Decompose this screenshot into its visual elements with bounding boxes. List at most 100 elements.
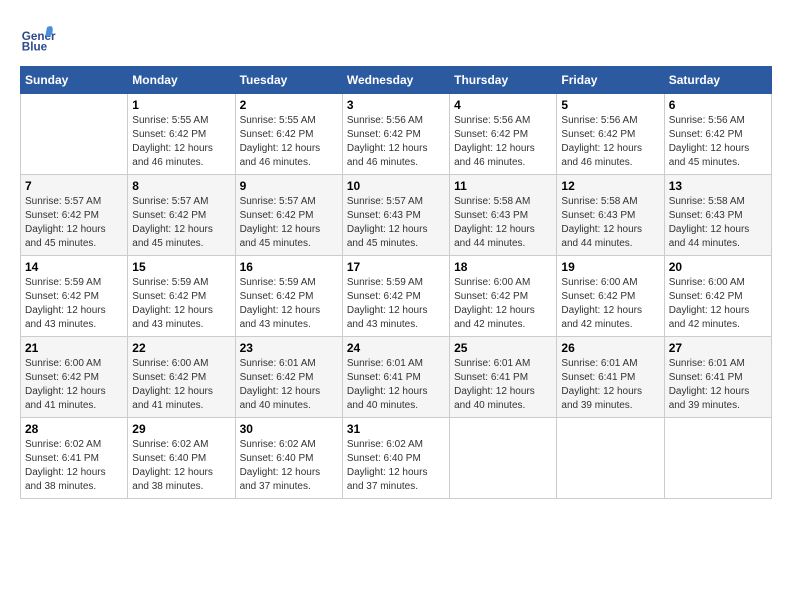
day-number: 29	[132, 422, 230, 436]
day-info: Sunrise: 5:55 AM Sunset: 6:42 PM Dayligh…	[132, 114, 230, 170]
day-info: Sunrise: 5:59 AM Sunset: 6:42 PM Dayligh…	[240, 276, 338, 332]
day-number: 25	[454, 341, 552, 355]
day-number: 7	[25, 179, 123, 193]
day-number: 17	[347, 260, 445, 274]
calendar-cell: 31Sunrise: 6:02 AM Sunset: 6:40 PM Dayli…	[342, 418, 449, 499]
day-number: 16	[240, 260, 338, 274]
day-number: 24	[347, 341, 445, 355]
calendar-cell	[557, 418, 664, 499]
day-number: 30	[240, 422, 338, 436]
weekday-header-saturday: Saturday	[664, 67, 771, 94]
day-number: 8	[132, 179, 230, 193]
calendar-cell	[21, 94, 128, 175]
day-number: 22	[132, 341, 230, 355]
calendar-header: SundayMondayTuesdayWednesdayThursdayFrid…	[21, 67, 772, 94]
day-number: 27	[669, 341, 767, 355]
calendar-cell: 12 Sunrise: 5:58 AM Sunset: 6:43 PM Dayli…	[557, 175, 664, 256]
day-number: 14	[25, 260, 123, 274]
calendar-cell: 17 Sunrise: 5:59 AM Sunset: 6:42 PM Dayli…	[342, 256, 449, 337]
day-number: 6	[669, 98, 767, 112]
day-info: Sunrise: 6:00 AM Sunset: 6:42 PM Dayligh…	[561, 276, 659, 332]
calendar-cell: 25 Sunrise: 6:01 AM Sunset: 6:41 PM Dayli…	[450, 337, 557, 418]
calendar-cell: 10 Sunrise: 5:57 AM Sunset: 6:43 PM Dayli…	[342, 175, 449, 256]
weekday-header-friday: Friday	[557, 67, 664, 94]
day-info: Sunrise: 6:00 AM Sunset: 6:42 PM Dayligh…	[132, 357, 230, 413]
calendar-week-4: 21 Sunrise: 6:00 AM Sunset: 6:42 PM Dayli…	[21, 337, 772, 418]
day-info: Sunrise: 5:59 AM Sunset: 6:42 PM Dayligh…	[132, 276, 230, 332]
day-info: Sunrise: 5:57 AM Sunset: 6:42 PM Dayligh…	[25, 195, 123, 251]
calendar-cell: 5 Sunrise: 5:56 AM Sunset: 6:42 PM Daylig…	[557, 94, 664, 175]
day-info: Sunrise: 5:55 AM Sunset: 6:42 PM Dayligh…	[240, 114, 338, 170]
day-number: 3	[347, 98, 445, 112]
day-info: Sunrise: 5:57 AM Sunset: 6:42 PM Dayligh…	[240, 195, 338, 251]
calendar-cell: 2 Sunrise: 5:55 AM Sunset: 6:42 PM Daylig…	[235, 94, 342, 175]
calendar-cell: 14Sunrise: 5:59 AM Sunset: 6:42 PM Dayli…	[21, 256, 128, 337]
day-info: Sunrise: 5:59 AM Sunset: 6:42 PM Dayligh…	[347, 276, 445, 332]
day-number: 12	[561, 179, 659, 193]
day-info: Sunrise: 6:02 AM Sunset: 6:40 PM Dayligh…	[132, 438, 230, 494]
day-info: Sunrise: 6:00 AM Sunset: 6:42 PM Dayligh…	[25, 357, 123, 413]
day-info: Sunrise: 6:01 AM Sunset: 6:41 PM Dayligh…	[347, 357, 445, 413]
calendar-cell: 8 Sunrise: 5:57 AM Sunset: 6:42 PM Daylig…	[128, 175, 235, 256]
day-number: 18	[454, 260, 552, 274]
calendar-cell: 23 Sunrise: 6:01 AM Sunset: 6:42 PM Dayli…	[235, 337, 342, 418]
weekday-header-thursday: Thursday	[450, 67, 557, 94]
logo: General Blue	[20, 20, 60, 56]
day-number: 4	[454, 98, 552, 112]
calendar-cell: 16 Sunrise: 5:59 AM Sunset: 6:42 PM Dayli…	[235, 256, 342, 337]
calendar-cell: 4 Sunrise: 5:56 AM Sunset: 6:42 PM Daylig…	[450, 94, 557, 175]
day-number: 23	[240, 341, 338, 355]
calendar-cell	[450, 418, 557, 499]
calendar-table: SundayMondayTuesdayWednesdayThursdayFrid…	[20, 66, 772, 499]
day-number: 26	[561, 341, 659, 355]
weekday-header-sunday: Sunday	[21, 67, 128, 94]
day-info: Sunrise: 5:57 AM Sunset: 6:42 PM Dayligh…	[132, 195, 230, 251]
calendar-cell: 9 Sunrise: 5:57 AM Sunset: 6:42 PM Daylig…	[235, 175, 342, 256]
day-number: 19	[561, 260, 659, 274]
day-info: Sunrise: 6:00 AM Sunset: 6:42 PM Dayligh…	[669, 276, 767, 332]
day-number: 1	[132, 98, 230, 112]
calendar-cell: 13Sunrise: 5:58 AM Sunset: 6:43 PM Dayli…	[664, 175, 771, 256]
day-info: Sunrise: 6:02 AM Sunset: 6:41 PM Dayligh…	[25, 438, 123, 494]
calendar-cell: 6Sunrise: 5:56 AM Sunset: 6:42 PM Daylig…	[664, 94, 771, 175]
svg-text:Blue: Blue	[22, 41, 48, 54]
logo-icon: General Blue	[20, 20, 56, 56]
calendar-cell: 3Sunrise: 5:56 AM Sunset: 6:42 PM Daylig…	[342, 94, 449, 175]
day-info: Sunrise: 5:56 AM Sunset: 6:42 PM Dayligh…	[561, 114, 659, 170]
day-info: Sunrise: 5:57 AM Sunset: 6:43 PM Dayligh…	[347, 195, 445, 251]
day-info: Sunrise: 6:01 AM Sunset: 6:41 PM Dayligh…	[561, 357, 659, 413]
day-number: 10	[347, 179, 445, 193]
page-header: General Blue	[20, 20, 772, 56]
day-number: 5	[561, 98, 659, 112]
calendar-cell: 28Sunrise: 6:02 AM Sunset: 6:41 PM Dayli…	[21, 418, 128, 499]
day-number: 15	[132, 260, 230, 274]
day-info: Sunrise: 5:58 AM Sunset: 6:43 PM Dayligh…	[454, 195, 552, 251]
weekday-header-monday: Monday	[128, 67, 235, 94]
day-number: 2	[240, 98, 338, 112]
day-number: 11	[454, 179, 552, 193]
calendar-cell: 22 Sunrise: 6:00 AM Sunset: 6:42 PM Dayli…	[128, 337, 235, 418]
day-number: 20	[669, 260, 767, 274]
calendar-week-3: 14 Sunrise: 5:59 AM Sunset: 6:42 PM Dayli…	[21, 256, 772, 337]
calendar-cell: 18Sunrise: 6:00 AM Sunset: 6:42 PM Dayli…	[450, 256, 557, 337]
day-info: Sunrise: 6:01 AM Sunset: 6:42 PM Dayligh…	[240, 357, 338, 413]
calendar-cell: 19 Sunrise: 6:00 AM Sunset: 6:42 PM Dayli…	[557, 256, 664, 337]
calendar-body: 1 Sunrise: 5:55 AM Sunset: 6:42 PM Daylig…	[21, 94, 772, 499]
calendar-cell: 7 Sunrise: 5:57 AM Sunset: 6:42 PM Daylig…	[21, 175, 128, 256]
calendar-cell: 30 Sunrise: 6:02 AM Sunset: 6:40 PM Dayli…	[235, 418, 342, 499]
day-number: 21	[25, 341, 123, 355]
calendar-week-1: 1 Sunrise: 5:55 AM Sunset: 6:42 PM Daylig…	[21, 94, 772, 175]
calendar-cell: 20 Sunrise: 6:00 AM Sunset: 6:42 PM Dayli…	[664, 256, 771, 337]
calendar-cell: 11 Sunrise: 5:58 AM Sunset: 6:43 PM Dayli…	[450, 175, 557, 256]
calendar-cell: 29 Sunrise: 6:02 AM Sunset: 6:40 PM Dayli…	[128, 418, 235, 499]
day-number: 9	[240, 179, 338, 193]
day-info: Sunrise: 5:58 AM Sunset: 6:43 PM Dayligh…	[669, 195, 767, 251]
day-info: Sunrise: 6:02 AM Sunset: 6:40 PM Dayligh…	[240, 438, 338, 494]
calendar-week-5: 28Sunrise: 6:02 AM Sunset: 6:41 PM Dayli…	[21, 418, 772, 499]
weekday-header-tuesday: Tuesday	[235, 67, 342, 94]
calendar-cell: 24 Sunrise: 6:01 AM Sunset: 6:41 PM Dayli…	[342, 337, 449, 418]
day-info: Sunrise: 5:58 AM Sunset: 6:43 PM Dayligh…	[561, 195, 659, 251]
calendar-cell: 27Sunrise: 6:01 AM Sunset: 6:41 PM Dayli…	[664, 337, 771, 418]
day-info: Sunrise: 6:01 AM Sunset: 6:41 PM Dayligh…	[454, 357, 552, 413]
day-info: Sunrise: 5:56 AM Sunset: 6:42 PM Dayligh…	[454, 114, 552, 170]
